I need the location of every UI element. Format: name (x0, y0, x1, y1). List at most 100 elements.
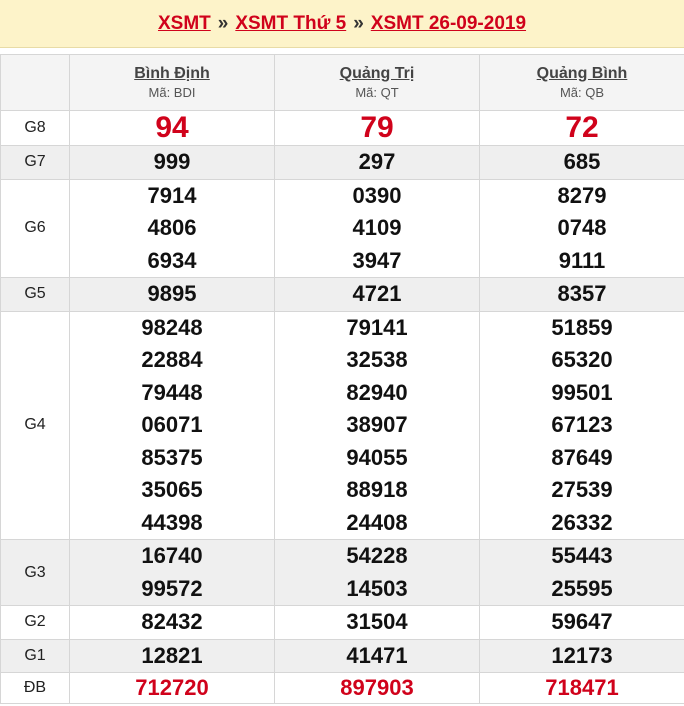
province-code: Mã: QB (559, 84, 605, 100)
prize-number: 31504 (346, 609, 408, 634)
prize-number: 99572 (141, 575, 203, 601)
prize-label: G5 (0, 277, 70, 312)
results-page: XSMT » XSMT Thứ 5 » XSMT 26-09-2019 Bình… (0, 0, 684, 706)
prize-row-g8: G8 94 79 72 (0, 110, 684, 146)
prize-number: 41471 (346, 642, 408, 668)
prize-cell: 685 (479, 145, 684, 180)
province-code: Mã: QT (355, 84, 399, 100)
prize-cell: 54228 14503 (274, 539, 480, 606)
prize-row-g3: G3 16740 99572 54228 14503 55443 25595 (0, 539, 684, 606)
province-quang-binh: Quảng Bình Mã: QB (479, 54, 684, 111)
prize-cell: 718471 (479, 672, 684, 704)
prize-number: 4721 (352, 281, 402, 306)
prize-number: 25595 (551, 575, 613, 601)
prize-cell: 72 (479, 110, 684, 146)
prize-number: 27539 (551, 477, 613, 502)
prize-cell: 12821 (69, 638, 275, 673)
breadcrumb-separator: » (353, 12, 364, 34)
prize-number: 51859 (551, 314, 613, 340)
prize-number: 897903 (340, 675, 414, 700)
prize-label: G7 (0, 145, 70, 180)
prize-number: 26332 (551, 509, 613, 535)
prize-number: 55443 (551, 543, 613, 568)
province-quang-tri: Quảng Trị Mã: QT (274, 54, 480, 111)
prize-label: ĐB (0, 672, 70, 704)
prize-number: 12821 (141, 642, 203, 668)
prize-cell: 55443 25595 (479, 539, 684, 606)
prize-cell: 59647 (479, 605, 684, 640)
prize-cell: 8279 0748 9111 (479, 178, 684, 278)
prize-label: G2 (0, 605, 70, 640)
prize-cell: 31504 (274, 605, 480, 640)
breadcrumb-link-xsmt-date[interactable]: XSMT 26-09-2019 (371, 13, 526, 35)
prize-cell: 79 (274, 110, 480, 146)
prize-row-g4: G4 98248 22884 79448 06071 85375 35065 44398 791… (0, 310, 684, 540)
prize-row-g6: G6 7914 4806 6934 0390 4109 3947 8279 0748 9111 (0, 178, 684, 278)
prize-number: 82432 (141, 609, 203, 634)
prize-cell: 98248 22884 79448 06071 85375 35065 44398 (69, 310, 275, 540)
prize-number: 54228 (346, 543, 408, 568)
prize-cell: 297 (274, 145, 480, 180)
prize-number: 9895 (147, 281, 197, 306)
prize-number: 32538 (346, 347, 408, 372)
prize-number: 0390 (352, 182, 402, 208)
prize-cell: 897903 (274, 672, 480, 704)
prize-number: 3947 (352, 247, 402, 273)
prize-row-g5: G5 9895 4721 8357 (0, 277, 684, 312)
prize-number: 12173 (551, 642, 613, 668)
prize-number: 6934 (147, 247, 197, 273)
prize-number: 87649 (551, 444, 613, 470)
prize-number: 94055 (346, 444, 408, 470)
province-name-link[interactable]: Bình Định (70, 64, 274, 84)
prize-cell: 712720 (69, 672, 275, 704)
prize-number: 0748 (557, 215, 607, 240)
prize-label: G8 (0, 110, 70, 146)
prize-number: 8357 (557, 281, 607, 306)
province-name-link[interactable]: Quảng Trị (275, 64, 479, 84)
results-table: Bình Định Mã: BDI Quảng Trị Mã: QT Quảng… (0, 54, 684, 704)
prize-number: 67123 (551, 412, 613, 437)
prize-number: 14503 (346, 575, 408, 601)
prize-cell: 79141 32538 82940 38907 94055 88918 24408 (274, 310, 480, 540)
prize-row-g2: G2 82432 31504 59647 (0, 605, 684, 640)
prize-cell: 4721 (274, 277, 480, 312)
prize-number: 718471 (545, 675, 619, 700)
prize-number: 79448 (141, 379, 203, 405)
prize-cell: 8357 (479, 277, 684, 312)
prize-number: 82940 (346, 379, 408, 405)
breadcrumb-separator: » (217, 12, 229, 34)
province-code: Mã: BDI (148, 84, 196, 100)
breadcrumb-link-xsmt[interactable]: XSMT (158, 13, 211, 35)
prize-cell: 82432 (69, 605, 275, 640)
prize-row-g1: G1 12821 41471 12173 (0, 638, 684, 673)
prize-cell: 41471 (274, 638, 480, 673)
prize-number: 7914 (147, 182, 197, 208)
prize-cell: 7914 4806 6934 (69, 178, 275, 278)
prize-number: 712720 (135, 675, 209, 700)
prize-number: 4806 (147, 215, 197, 240)
prize-number: 297 (358, 149, 396, 174)
prize-number: 59647 (551, 609, 613, 634)
prize-number: 685 (563, 149, 601, 174)
prize-label: G1 (0, 638, 70, 673)
prize-number: 88918 (346, 477, 408, 502)
breadcrumb: XSMT » XSMT Thứ 5 » XSMT 26-09-2019 (0, 0, 684, 48)
prize-cell: 51859 65320 99501 67123 87649 27539 26332 (479, 310, 684, 540)
prize-number: 85375 (141, 444, 203, 470)
header-corner (0, 54, 70, 111)
prize-number: 24408 (346, 509, 408, 535)
prize-cell: 16740 99572 (69, 539, 275, 606)
prize-label: G4 (0, 310, 70, 540)
breadcrumb-link-xsmt-thu5[interactable]: XSMT Thứ 5 (235, 13, 346, 35)
province-name-link[interactable]: Quảng Bình (480, 64, 684, 84)
prize-number: 79 (360, 111, 394, 144)
prize-row-g7: G7 999 297 685 (0, 145, 684, 180)
prize-number: 65320 (551, 347, 613, 372)
prize-row-db: ĐB 712720 897903 718471 (0, 672, 684, 704)
prize-number: 35065 (141, 477, 203, 502)
prize-number: 98248 (141, 314, 203, 340)
prize-number: 38907 (346, 412, 408, 437)
prize-number: 4109 (352, 215, 402, 240)
prize-number: 44398 (141, 509, 203, 535)
prize-number: 16740 (141, 543, 203, 568)
